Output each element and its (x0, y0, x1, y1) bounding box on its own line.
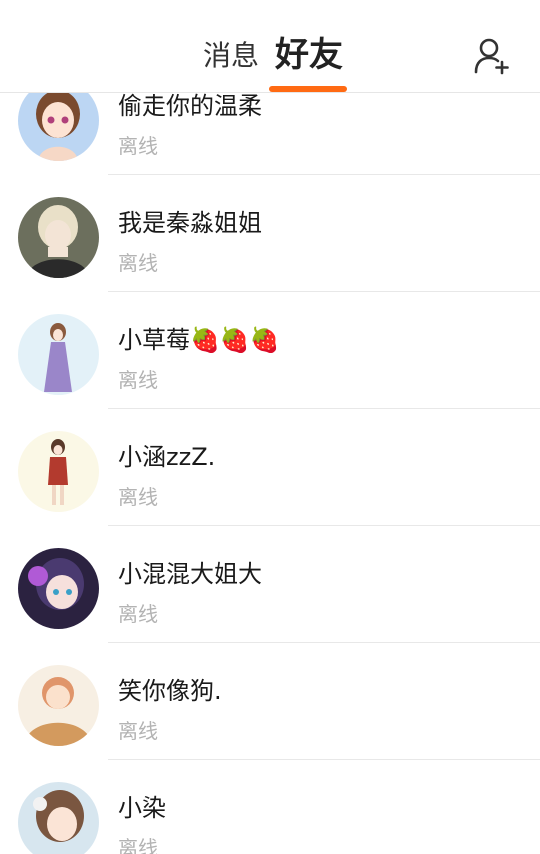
avatar (18, 314, 99, 395)
friend-status: 离线 (118, 251, 158, 275)
friend-name: 偷走你的温柔 (118, 92, 262, 120)
friend-name: 笑你像狗. (118, 677, 222, 705)
friend-status: 离线 (118, 719, 158, 743)
friend-name: 我是秦淼姐姐 (118, 209, 262, 237)
friend-row[interactable]: 我是秦淼姐姐 离线 (0, 175, 540, 292)
friend-row[interactable]: 小染 离线 (0, 760, 540, 854)
friend-name: 小染 (118, 794, 166, 822)
avatar (18, 197, 99, 278)
friend-status: 离线 (118, 485, 158, 509)
friend-row[interactable]: 小涵zzZ. 离线 (0, 409, 540, 526)
top-bar: 消息 好友 (0, 0, 540, 93)
friend-row[interactable]: 笑你像狗. 离线 (0, 643, 540, 760)
friend-status: 离线 (118, 836, 158, 854)
avatar (18, 548, 99, 629)
friend-status: 离线 (118, 602, 158, 626)
active-tab-indicator (269, 86, 347, 92)
friend-status: 离线 (118, 134, 158, 158)
avatar (18, 782, 99, 854)
tab-messages[interactable]: 消息 (203, 38, 259, 74)
friend-name: 小草莓🍓🍓🍓 (118, 326, 280, 354)
friend-list: 偷走你的温柔 离线 我是秦淼姐姐 离线 小草莓🍓🍓🍓 离线 小涵zzZ. 离线 … (0, 58, 540, 854)
add-user-icon[interactable] (472, 36, 512, 76)
friend-name: 小涵zzZ. (118, 443, 216, 471)
avatar (18, 665, 99, 746)
tab-friends[interactable]: 好友 (275, 33, 343, 77)
friend-row[interactable]: 小混混大姐大 离线 (0, 526, 540, 643)
avatar (18, 431, 99, 512)
friend-name: 小混混大姐大 (118, 560, 262, 588)
friend-status: 离线 (118, 368, 158, 392)
friend-row[interactable]: 小草莓🍓🍓🍓 离线 (0, 292, 540, 409)
